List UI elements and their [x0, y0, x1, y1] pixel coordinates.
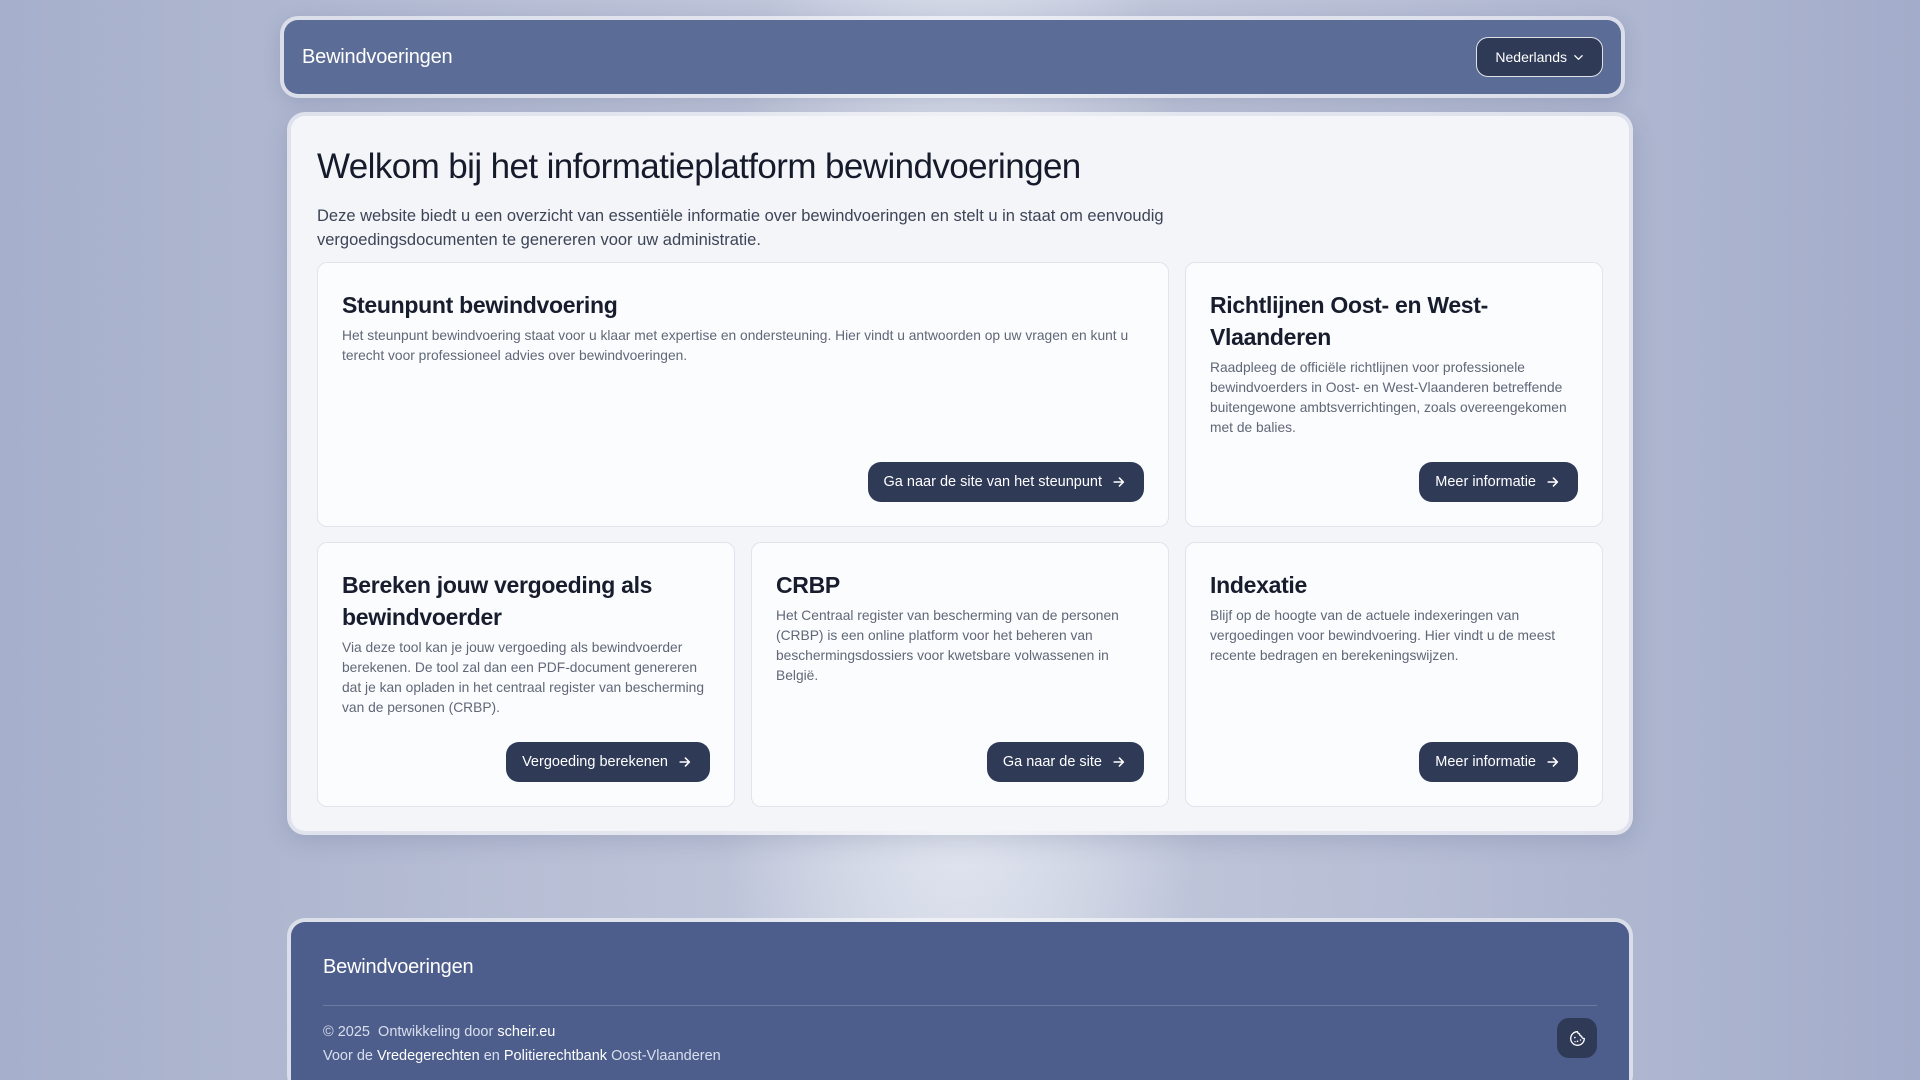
card-description: Raadpleeg de officiële richtlijnen voor …: [1210, 360, 1567, 435]
header-bar: Bewindvoeringen Nederlands: [284, 20, 1621, 94]
card-crbp: CRBP Het Centraal register van beschermi…: [751, 542, 1169, 807]
card-vergoeding: Bereken jouw vergoeding als bewindvoerde…: [317, 542, 735, 807]
region-label: Oost-Vlaanderen: [611, 1048, 721, 1064]
footer-courts-line: Voor de Vredegerechten en Politierechtba…: [323, 1048, 1597, 1064]
court-politierechtbank: Politierechtbank: [503, 1048, 608, 1064]
button-label: Ga naar de site: [1002, 754, 1102, 770]
main-content: Welkom bij het informatieplatform bewind…: [291, 116, 1629, 831]
card-title: Steunpunt bewindvoering: [342, 292, 618, 318]
arrow-right-icon: [1547, 477, 1559, 487]
footer-brand: Bewindvoeringen: [323, 956, 474, 978]
arrow-right-icon: [679, 757, 691, 767]
card-title: Bereken jouw vergoeding als bewindvoerde…: [342, 572, 653, 630]
arrow-right-icon: [1113, 477, 1125, 487]
richtlijnen-info-button[interactable]: Meer informatie: [1419, 462, 1578, 502]
card-description: Via deze tool kan je jouw vergoeding als…: [342, 640, 705, 715]
card-description: Het Centraal register van bescherming va…: [776, 608, 1119, 683]
header: Bewindvoeringen Nederlands: [280, 16, 1625, 98]
card-description: Het steunpunt bewindvoering staat voor u…: [342, 328, 1129, 363]
chevron-down-icon: [1574, 54, 1583, 60]
language-select[interactable]: Nederlands: [1476, 37, 1603, 77]
page-title: Welkom bij het informatieplatform bewind…: [317, 147, 1081, 186]
card-title: Indexatie: [1210, 572, 1308, 598]
card-richtlijnen: Richtlijnen Oost- en West-Vlaanderen Raa…: [1185, 262, 1603, 527]
court-vredegerechten: Vredegerechten: [377, 1048, 480, 1064]
and-label: en: [483, 1048, 500, 1064]
card-title: Richtlijnen Oost- en West-Vlaanderen: [1210, 292, 1489, 350]
main-panel: Welkom bij het informatieplatform bewind…: [287, 112, 1633, 835]
for-label: Voor de: [323, 1048, 373, 1064]
button-label: Ga naar de site van het steunpunt: [883, 474, 1102, 490]
arrow-right-icon: [1547, 757, 1559, 767]
footer-content: Bewindvoeringen © 2025 Ontwikkeling door…: [291, 922, 1629, 1080]
button-label: Meer informatie: [1435, 474, 1536, 490]
vergoeding-berekenen-button[interactable]: Vergoeding berekenen: [506, 742, 710, 782]
footer: Bewindvoeringen © 2025 Ontwikkeling door…: [287, 918, 1633, 1080]
button-label: Vergoeding berekenen: [522, 754, 668, 770]
crbp-site-button[interactable]: Ga naar de site: [986, 742, 1144, 782]
site-brand[interactable]: Bewindvoeringen: [302, 46, 453, 69]
card-description: Blijf op de hoogte van de actuele indexe…: [1210, 608, 1556, 663]
steunpunt-site-button[interactable]: Ga naar de site van het steunpunt: [867, 462, 1144, 502]
card-indexatie: Indexatie Blijf op de hoogte van de actu…: [1185, 542, 1603, 807]
copyright: © 2025: [323, 1024, 370, 1040]
developer-link[interactable]: scheir.eu: [497, 1024, 555, 1040]
button-label: Meer informatie: [1435, 754, 1536, 770]
intro-text: Deze website biedt u een overzicht van e…: [317, 207, 1164, 249]
arrow-right-icon: [1113, 757, 1125, 767]
developed-by-label: Ontwikkeling door: [378, 1024, 494, 1040]
footer-divider: [323, 1005, 1597, 1006]
card-steunpunt: Steunpunt bewindvoering Het steunpunt be…: [317, 262, 1169, 527]
indexatie-info-button[interactable]: Meer informatie: [1419, 742, 1578, 782]
language-select-label: Nederlands: [1495, 49, 1567, 65]
footer-copyright-line: © 2025 Ontwikkeling door scheir.eu: [323, 1024, 1597, 1040]
cookie-settings-button[interactable]: [1557, 1018, 1597, 1058]
card-title: CRBP: [776, 572, 840, 598]
cookie-icon: [1569, 1030, 1585, 1046]
